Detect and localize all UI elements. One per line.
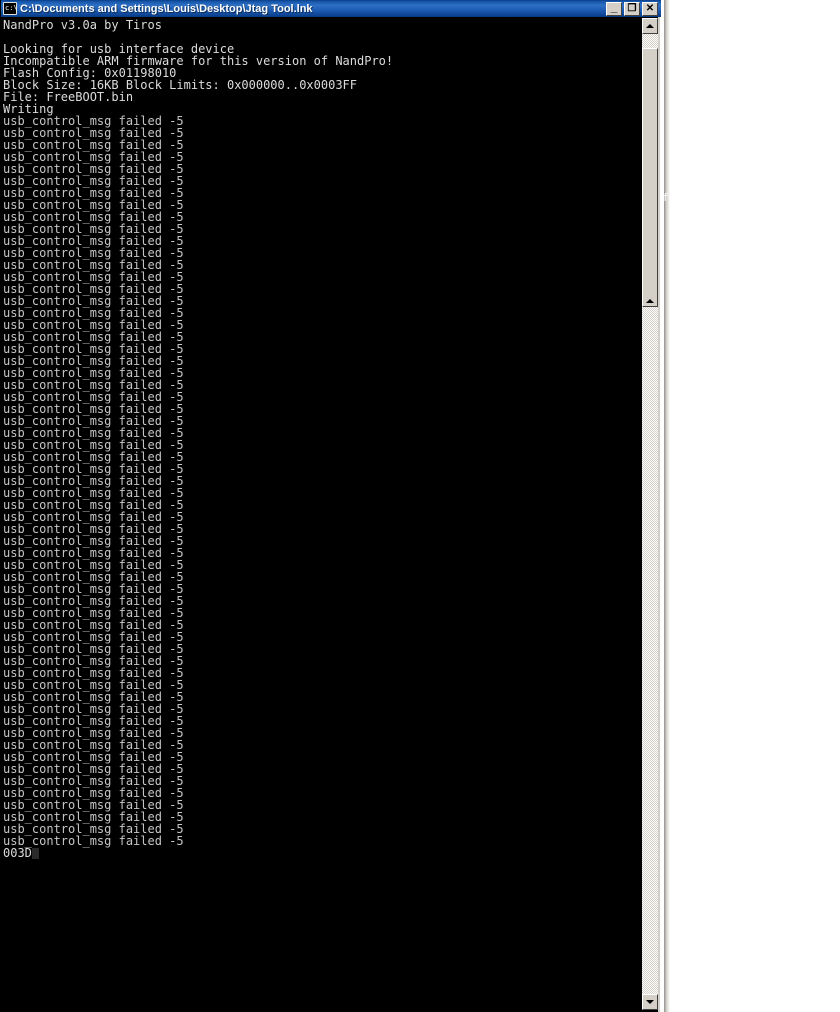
window-controls: _ ❐ ✕ [606, 0, 661, 16]
console-cmd-icon [3, 2, 18, 15]
vertical-scrollbar[interactable] [642, 18, 658, 1010]
chevron-up-icon [646, 24, 654, 28]
scrollbar-thumb-marker [646, 299, 654, 303]
window-title-text: C:\Documents and Settings\Louis\Desktop\… [20, 2, 313, 15]
scrollbar-thumb[interactable] [642, 48, 658, 307]
screen: f C:\Documents and Settings\Louis\Deskto… [0, 0, 840, 1012]
restore-icon: ❐ [627, 2, 637, 14]
console-line: usb_control_msg failed -5 [3, 834, 184, 848]
console-line: NandPro v3.0a by Tiros [3, 18, 162, 32]
window-right-border [658, 17, 660, 1012]
console-text-buffer: NandPro v3.0a by Tiros Looking for usb i… [3, 19, 393, 859]
console-output-area[interactable]: NandPro v3.0a by Tiros Looking for usb i… [1, 17, 643, 1012]
chevron-down-icon [646, 1000, 654, 1004]
background-window-edge[interactable] [664, 0, 670, 1012]
minimize-button[interactable]: _ [606, 0, 622, 16]
text-cursor [31, 848, 39, 859]
background-window-partial-text: f [662, 192, 669, 204]
window-title-bar[interactable]: C:\Documents and Settings\Louis\Desktop\… [1, 0, 661, 17]
restore-button[interactable]: ❐ [624, 1, 640, 16]
console-line: 003D [3, 846, 32, 860]
scroll-down-button[interactable] [642, 994, 658, 1010]
scroll-up-button[interactable] [642, 18, 658, 34]
close-icon: ✕ [645, 2, 655, 14]
command-prompt-window[interactable]: C:\Documents and Settings\Louis\Desktop\… [0, 0, 661, 1012]
close-button[interactable]: ✕ [642, 1, 658, 16]
minimize-icon: _ [610, 0, 618, 14]
console-line: File: FreeBOOT.bin [3, 90, 134, 104]
